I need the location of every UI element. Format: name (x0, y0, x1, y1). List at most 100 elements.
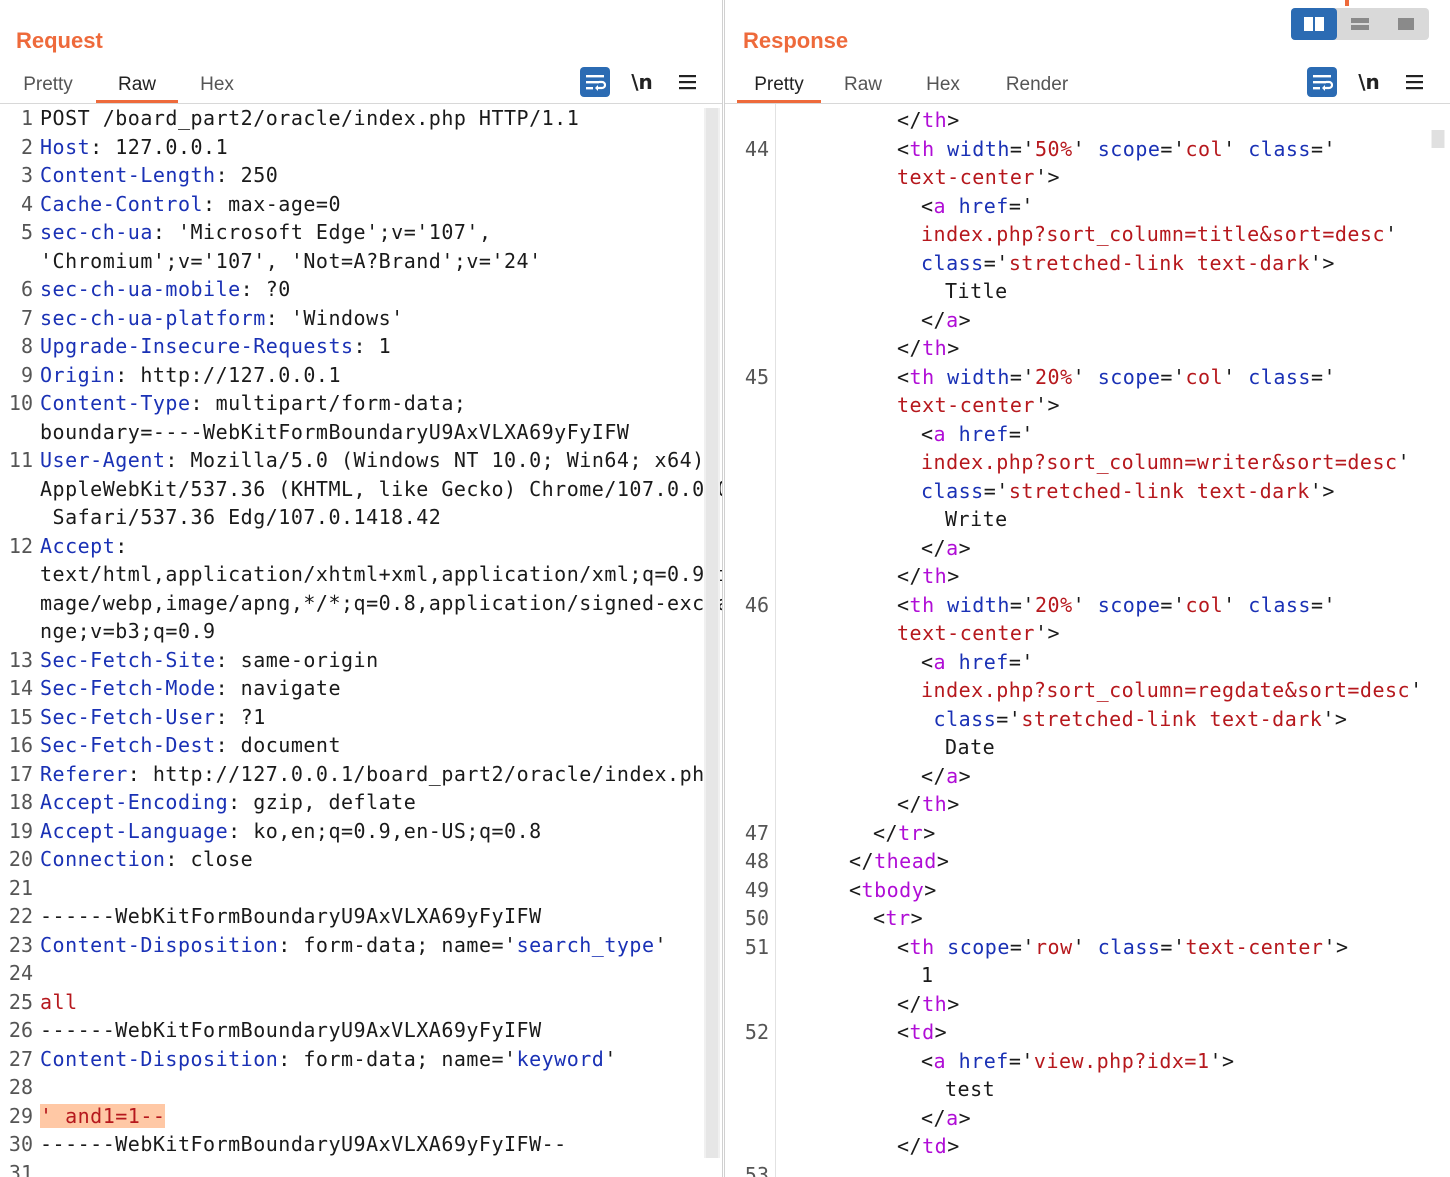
attribute-name: scope (1097, 364, 1161, 389)
line-text: ------WebKitFormBoundaryU9AxVLXA69yFyIFW (40, 904, 542, 928)
wrap-lines-icon[interactable] (1307, 67, 1337, 97)
response-scroll-thumb[interactable] (1432, 130, 1444, 148)
punctuation: ' (1072, 136, 1098, 161)
code-line: index.php?sort_column=title&sort=desc' (921, 220, 1398, 249)
header-value: : same-origin (215, 647, 379, 672)
tag-name: th (909, 934, 935, 959)
header-name: Sec-Fetch-Dest (40, 733, 216, 757)
header-value: : ?0 (240, 277, 291, 301)
punctuation: < (897, 136, 910, 161)
side-by-side-icon[interactable] (1291, 8, 1337, 40)
punctuation: ' (1410, 678, 1423, 702)
punctuation: </ (921, 1105, 947, 1130)
line-number: 10 (8, 391, 33, 415)
code-line: Origin: http://127.0.0.1 (40, 361, 341, 390)
code-line: <th width='50%' scope='col' class=' (897, 135, 1336, 164)
code-line: </thead> (849, 847, 949, 876)
line-text: POST /board_part2/oracle/index.php HTTP/… (40, 106, 580, 130)
punctuation: =' (996, 706, 1022, 731)
attribute-value: col (1185, 364, 1224, 389)
code-line: nge;v=b3;q=0.9 (40, 617, 216, 646)
attribute-value: 50% (1034, 136, 1073, 161)
header-name: sec-ch-ua-platform (40, 305, 266, 330)
attribute-name: class (921, 478, 984, 503)
response-tab-pretty[interactable]: Pretty (737, 70, 821, 103)
header-name: Sec-Fetch-Site (40, 647, 216, 672)
header-value: : close (165, 847, 254, 871)
request-scrollbar[interactable] (704, 108, 720, 1158)
header-value: : form-data; name=' (278, 932, 517, 957)
code-line: AppleWebKit/537.36 (KHTML, like Gecko) C… (40, 475, 723, 504)
response-scrollbar[interactable] (1431, 130, 1445, 148)
code-line: test (945, 1075, 995, 1104)
line-text: ------WebKitFormBoundaryU9AxVLXA69yFyIFW… (40, 1132, 567, 1156)
menu-icon[interactable] (1400, 67, 1430, 97)
code-line: </th> (897, 562, 960, 591)
punctuation: =' (1008, 649, 1034, 674)
line-text: mage/webp,image/apng,*/*;q=0.8,applicati… (40, 590, 723, 615)
code-line: Content-Disposition: form-data; name='ke… (40, 1045, 617, 1074)
punctuation: ' (1223, 136, 1249, 161)
punctuation: < (849, 877, 862, 902)
request-scroll-thumb[interactable] (706, 108, 718, 1158)
code-line: </a> (921, 306, 971, 335)
attribute-value: col (1185, 592, 1224, 617)
wrap-lines-icon[interactable] (580, 67, 610, 97)
request-tab-pretty[interactable]: Pretty (10, 70, 86, 100)
show-newlines-icon[interactable]: \n (1354, 67, 1384, 97)
tag-name: a (946, 307, 959, 332)
header-name: Cache-Control (40, 191, 204, 216)
line-number: 25 (8, 989, 33, 1014)
tag-name: a (946, 763, 959, 788)
header-value: : 'Windows' (265, 305, 404, 330)
response-tab-raw[interactable]: Raw (829, 70, 897, 100)
punctuation: > (958, 535, 972, 560)
attribute-name: width (934, 136, 1010, 161)
stacked-rows-icon[interactable] (1337, 8, 1383, 40)
line-number: 11 (8, 448, 33, 472)
code-line: text/html,application/xhtml+xml,applicat… (40, 560, 722, 589)
code-line: Safari/537.36 Edg/107.0.1418.42 (40, 503, 441, 532)
tag-name: th (922, 336, 948, 360)
attribute-name: scope (1097, 592, 1161, 617)
show-newlines-icon[interactable]: \n (627, 67, 657, 97)
header-value: : document (215, 733, 341, 757)
code-line: ------WebKitFormBoundaryU9AxVLXA69yFyIFW (40, 1016, 542, 1045)
header-name: Sec-Fetch-User (40, 704, 216, 729)
tag-name: tbody (861, 877, 925, 902)
request-tab-raw[interactable]: Raw (96, 70, 178, 103)
line-number: 49 (744, 877, 769, 902)
line-number: 3 (20, 163, 33, 187)
punctuation: < (921, 193, 934, 218)
menu-icon[interactable] (673, 67, 703, 97)
code-line: Title (945, 277, 1008, 306)
code-line: all (40, 988, 78, 1017)
header-name: Accept-Encoding (40, 790, 229, 814)
line-number: 29 (8, 1103, 33, 1128)
punctuation: '> (1034, 393, 1061, 417)
request-editor[interactable]: 1 POST /board_part2/oracle/index.php HTTP… (0, 104, 722, 1177)
line-number: 27 (8, 1046, 33, 1071)
line-text: AppleWebKit/537.36 (KHTML, like Gecko) C… (40, 476, 723, 501)
attribute-name: scope (934, 934, 1010, 959)
attribute-value: text-center (897, 621, 1035, 645)
header-value: : gzip, deflate (228, 790, 417, 814)
response-tab-render[interactable]: Render (993, 70, 1081, 100)
field-name: keyword (516, 1046, 605, 1071)
header-name: Host (40, 134, 91, 159)
text-node: Title (945, 279, 1008, 303)
request-tab-hex[interactable]: Hex (180, 70, 254, 100)
punctuation: < (897, 934, 910, 959)
response-tab-hex[interactable]: Hex (909, 70, 977, 100)
header-value: : 1 (353, 334, 392, 358)
line-number: 46 (744, 592, 769, 617)
punctuation: </ (897, 336, 923, 360)
injected-payload: ' and1=1-- (40, 1103, 166, 1128)
punctuation: </ (897, 564, 923, 588)
code-line: User-Agent: Mozilla/5.0 (Windows NT 10.0… (40, 446, 705, 475)
response-editor[interactable]: </th> 44 <th width='50%' scope='col' class… (725, 104, 1450, 1177)
header-value: : 'Microsoft Edge';v='107', (152, 220, 492, 244)
punctuation: > (910, 906, 924, 930)
single-pane-icon[interactable] (1383, 8, 1429, 40)
tag-name: th (922, 792, 948, 816)
